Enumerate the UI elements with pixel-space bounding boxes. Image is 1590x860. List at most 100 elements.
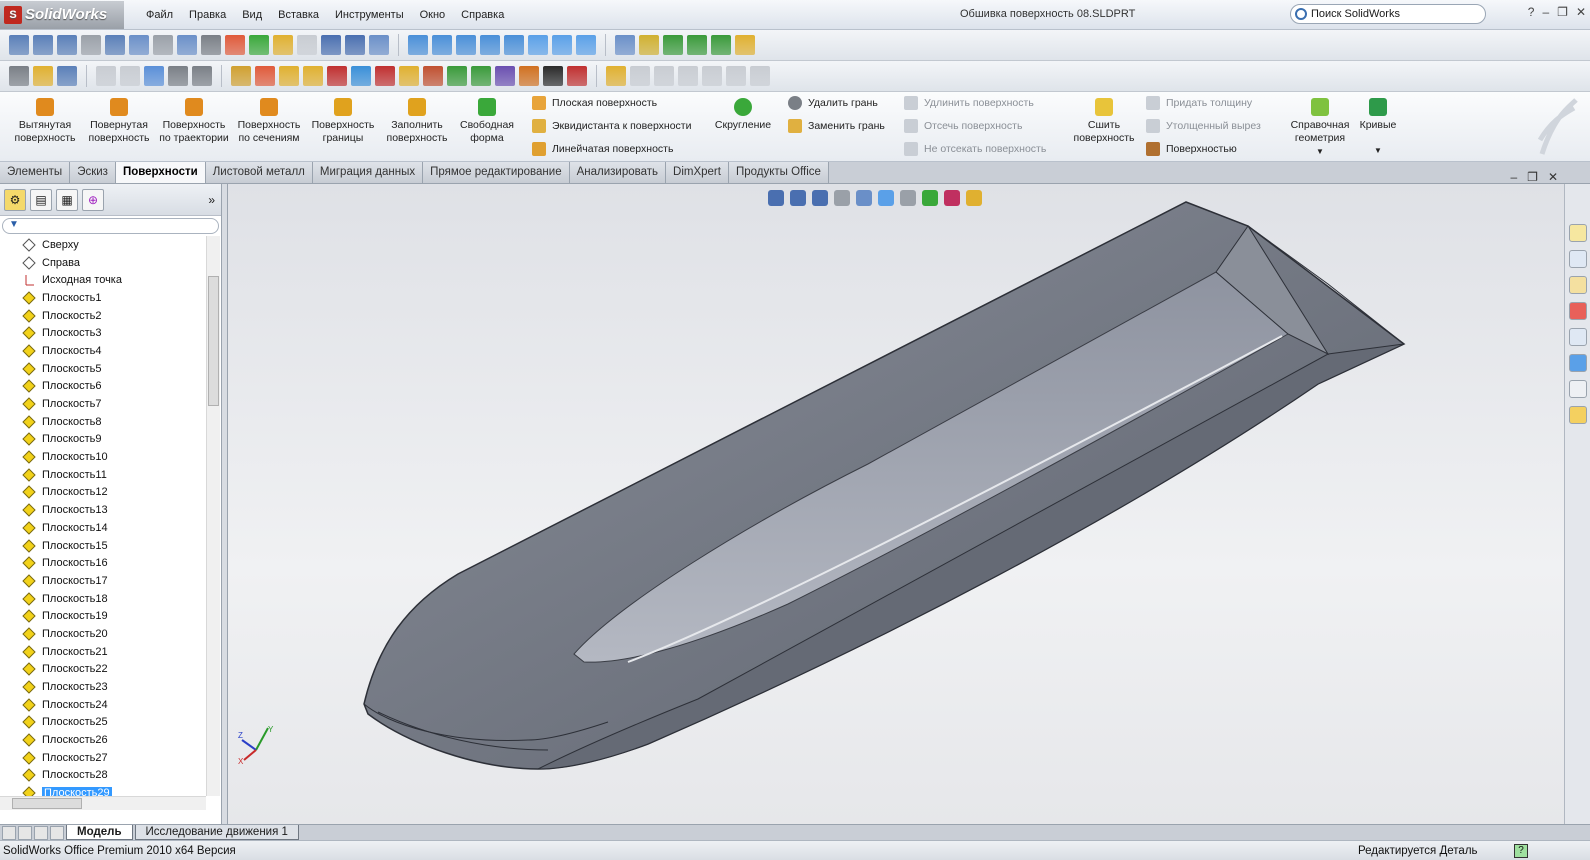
menu-item[interactable]: Окно <box>412 9 454 21</box>
boat-hull-model[interactable] <box>228 184 1564 824</box>
tree-item[interactable]: Плоскость28 <box>0 767 206 785</box>
toolbar-tool-icon[interactable] <box>144 66 164 86</box>
toolbar-tool-icon[interactable] <box>303 66 323 86</box>
tree-item[interactable]: Плоскость16 <box>0 554 206 572</box>
freeform-button[interactable]: Свободная форма <box>456 98 518 145</box>
toolbar-tool-icon[interactable] <box>678 66 698 86</box>
home-icon[interactable] <box>1569 224 1587 242</box>
reference-geometry-button[interactable]: Справочная геометрия ▼ <box>1286 98 1354 158</box>
toolbar-tool-icon[interactable] <box>576 35 596 55</box>
toolbar-tool-icon[interactable] <box>687 35 707 55</box>
toolbar-tool-icon[interactable] <box>567 66 587 86</box>
configuration-manager-tab-icon[interactable]: ▦ <box>56 188 78 211</box>
toolbar-tool-icon[interactable] <box>528 35 548 55</box>
tree-item[interactable]: Плоскость12 <box>0 484 206 502</box>
last-tab-icon[interactable] <box>50 825 64 840</box>
tab-2[interactable]: Поверхности <box>115 162 206 183</box>
toolbar-tool-icon[interactable] <box>81 35 101 55</box>
toolbar-tool-icon[interactable] <box>279 66 299 86</box>
toolbar-tool-icon[interactable] <box>726 66 746 86</box>
scrollbar-thumb[interactable] <box>12 798 82 809</box>
expand-pane-icon[interactable]: » <box>208 193 215 207</box>
toolbar-tool-icon[interactable] <box>519 66 539 86</box>
tree-item[interactable]: Плоскость6 <box>0 378 206 396</box>
toolbar-tool-icon[interactable] <box>423 66 443 86</box>
tab-7[interactable]: DimXpert <box>666 162 729 183</box>
first-tab-icon[interactable] <box>2 825 16 840</box>
toolbar-tool-icon[interactable] <box>456 35 476 55</box>
file-explorer-icon[interactable] <box>1569 276 1587 294</box>
tree-item[interactable]: Сверху <box>0 236 206 254</box>
tab-0[interactable]: Элементы <box>0 162 71 183</box>
toolbar-tool-icon[interactable] <box>552 35 572 55</box>
tree-item[interactable]: Справа <box>0 254 206 272</box>
tree-item[interactable]: Плоскость11 <box>0 466 206 484</box>
toolbar-tool-icon[interactable] <box>471 66 491 86</box>
tree-item[interactable]: Плоскость17 <box>0 572 206 590</box>
tree-vertical-scrollbar[interactable] <box>206 236 220 796</box>
tree-item[interactable]: Плоскость13 <box>0 501 206 519</box>
tree-item[interactable]: Исходная точка <box>0 271 206 289</box>
app-logo[interactable]: S SolidWorks <box>0 0 124 29</box>
toolbar-tool-icon[interactable] <box>96 66 116 86</box>
tree-filter-input[interactable]: ▼ <box>2 218 219 234</box>
menu-item[interactable]: Файл <box>138 9 181 21</box>
toolbar-tool-icon[interactable] <box>615 35 635 55</box>
tree-item[interactable]: Плоскость9 <box>0 431 206 449</box>
toolbar-tool-icon[interactable] <box>201 35 221 55</box>
tree-item[interactable]: Плоскость21 <box>0 643 206 661</box>
revolved-surface-button[interactable]: Повернутая поверхность <box>82 98 156 145</box>
tree-item[interactable]: Плоскость2 <box>0 307 206 325</box>
toolbar-tool-icon[interactable] <box>345 35 365 55</box>
tab-model[interactable]: Модель <box>66 825 133 840</box>
offset-surface-button[interactable]: Эквидистанта к поверхности <box>532 119 691 133</box>
tab-4[interactable]: Миграция данных <box>312 162 424 183</box>
toolbar-tool-icon[interactable] <box>321 35 341 55</box>
tree-item[interactable]: Плоскость29 <box>0 784 206 796</box>
toolbar-tool-icon[interactable] <box>273 35 293 55</box>
minimize-icon[interactable]: – <box>1542 5 1549 19</box>
feature-tree-tab-icon[interactable]: ⚙ <box>4 188 26 211</box>
toolbar-tool-icon[interactable] <box>297 35 317 55</box>
prev-tab-icon[interactable] <box>18 825 32 840</box>
menu-item[interactable]: Инструменты <box>327 9 412 21</box>
toolbar-tool-icon[interactable] <box>375 66 395 86</box>
toolbar-tool-icon[interactable] <box>255 66 275 86</box>
property-manager-tab-icon[interactable]: ▤ <box>30 188 52 211</box>
toolbar-tool-icon[interactable] <box>630 66 650 86</box>
tree-horizontal-scrollbar[interactable] <box>0 796 206 810</box>
toolbar-tool-icon[interactable] <box>57 66 77 86</box>
toolbar-tool-icon[interactable] <box>9 66 29 86</box>
toolbar-tool-icon[interactable] <box>495 66 515 86</box>
help-icon[interactable]: ? <box>1528 5 1535 19</box>
search-results-icon[interactable] <box>1569 302 1587 320</box>
toolbar-tool-icon[interactable] <box>369 35 389 55</box>
replace-face-button[interactable]: Заменить грань <box>788 119 885 133</box>
fill-surface-button[interactable]: Заполнить поверхность <box>382 98 452 145</box>
scrollbar-thumb[interactable] <box>208 276 219 406</box>
close-icon[interactable]: ✕ <box>1548 170 1558 184</box>
toolbar-tool-icon[interactable] <box>153 35 173 55</box>
quick-tips-icon[interactable]: ? <box>1514 843 1528 858</box>
cut-with-surface-button[interactable]: Поверхностью <box>1146 142 1237 156</box>
fillet-button[interactable]: Скругление <box>712 98 774 132</box>
toolbar-tool-icon[interactable] <box>447 66 467 86</box>
menu-item[interactable]: Правка <box>181 9 234 21</box>
documents-recovery-icon[interactable] <box>1569 406 1587 424</box>
tree-item[interactable]: Плоскость15 <box>0 537 206 555</box>
toolbar-tool-icon[interactable] <box>129 35 149 55</box>
tree-item[interactable]: Плоскость22 <box>0 661 206 679</box>
extend-surface-button[interactable]: Удлинить поверхность <box>904 96 1034 110</box>
tree-item[interactable]: Плоскость24 <box>0 696 206 714</box>
toolbar-tool-icon[interactable] <box>654 66 674 86</box>
custom-properties-icon[interactable] <box>1569 380 1587 398</box>
toolbar-tool-icon[interactable] <box>735 35 755 55</box>
appearances-icon[interactable] <box>1569 354 1587 372</box>
tree-item[interactable]: Плоскость10 <box>0 448 206 466</box>
dimxpert-manager-tab-icon[interactable]: ⊕ <box>82 188 104 211</box>
toolbar-tool-icon[interactable] <box>327 66 347 86</box>
tree-item[interactable]: Плоскость3 <box>0 324 206 342</box>
toolbar-tool-icon[interactable] <box>231 66 251 86</box>
menu-item[interactable]: Вставка <box>270 9 327 21</box>
tab-5[interactable]: Прямое редактирование <box>423 162 570 183</box>
